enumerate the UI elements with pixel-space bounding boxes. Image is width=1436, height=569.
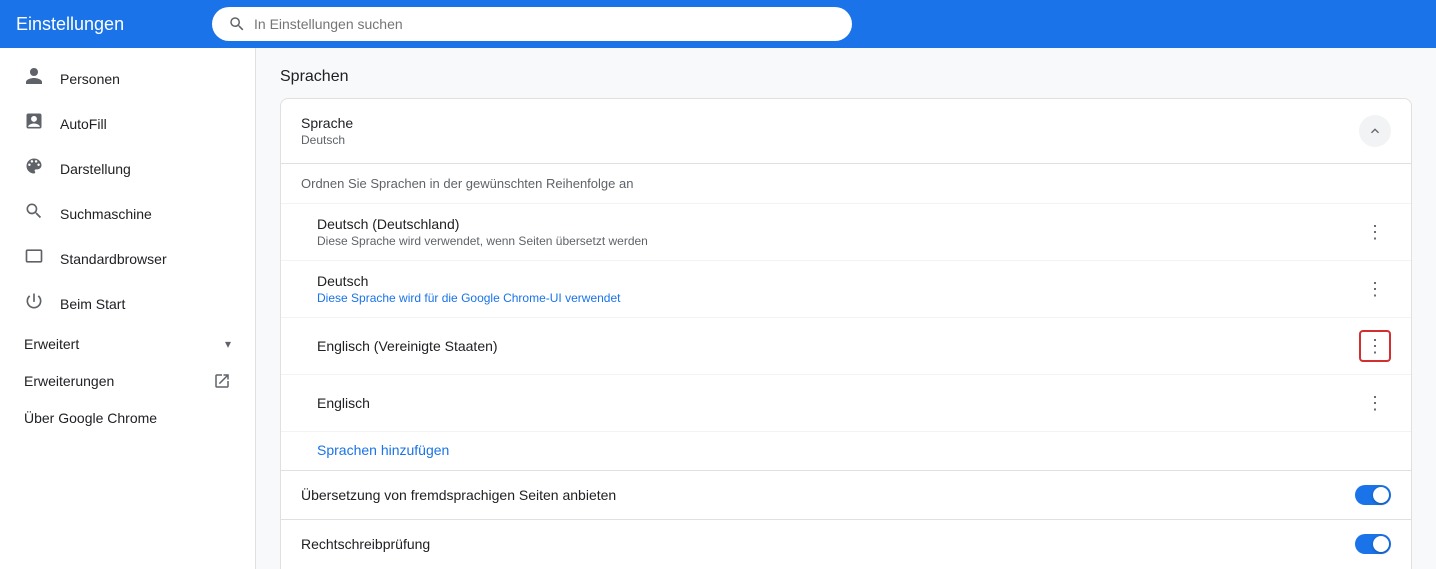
sidebar-item-erweitert[interactable]: Erweitert ▾ <box>0 326 255 362</box>
sidebar-ueber-label: Über Google Chrome <box>24 410 157 426</box>
chevron-up-icon <box>1367 123 1383 139</box>
sidebar-item-autofill-label: AutoFill <box>60 116 107 132</box>
search-icon <box>228 15 246 33</box>
more-menu-button-1[interactable]: ⋮ <box>1359 273 1391 305</box>
more-menu-button-0[interactable]: ⋮ <box>1359 216 1391 248</box>
sprache-label: Sprache <box>301 115 353 131</box>
sidebar-erweitert-label: Erweitert <box>24 336 79 352</box>
sidebar-item-erweiterungen[interactable]: Erweiterungen <box>0 362 255 400</box>
sidebar-erweiterungen-label: Erweiterungen <box>24 373 114 389</box>
sidebar: Personen AutoFill Darstellung Suchmaschi… <box>0 48 256 569</box>
autofill-icon <box>24 111 44 136</box>
toggle-uebersetzung[interactable] <box>1355 485 1391 505</box>
more-menu-button-2[interactable]: ⋮ <box>1359 330 1391 362</box>
standardbrowser-icon <box>24 246 44 271</box>
lang-name-2: Englisch (Vereinigte Staaten) <box>317 338 498 354</box>
search-bar <box>212 7 852 41</box>
toggle-label-0: Übersetzung von fremdsprachigen Seiten a… <box>301 487 616 503</box>
header: Einstellungen <box>0 0 1436 48</box>
toggle-row-0: Übersetzung von fremdsprachigen Seiten a… <box>281 471 1411 519</box>
lang-name-3: Englisch <box>317 395 370 411</box>
darstellung-icon <box>24 156 44 181</box>
sidebar-item-suchmaschine-label: Suchmaschine <box>60 206 152 222</box>
toggle-label-1: Rechtschreibprüfung <box>301 536 430 552</box>
section-title: Sprachen <box>280 68 1412 86</box>
sidebar-item-standardbrowser[interactable]: Standardbrowser <box>0 236 255 281</box>
sidebar-item-suchmaschine[interactable]: Suchmaschine <box>0 191 255 236</box>
lang-item-0: Deutsch (Deutschland) Diese Sprache wird… <box>281 203 1411 260</box>
sidebar-item-standardbrowser-label: Standardbrowser <box>60 251 167 267</box>
main-content: Sprachen Sprache Deutsch Ordnen Sie Spra… <box>256 48 1436 569</box>
more-menu-button-3[interactable]: ⋮ <box>1359 387 1391 419</box>
sidebar-item-beim-start[interactable]: Beim Start <box>0 281 255 326</box>
lang-name-1: Deutsch <box>317 273 620 289</box>
sprachen-card: Sprache Deutsch Ordnen Sie Sprachen in d… <box>280 98 1412 569</box>
lang-item-3: Englisch ⋮ <box>281 374 1411 431</box>
search-input[interactable] <box>254 16 836 32</box>
beim-start-icon <box>24 291 44 316</box>
suchmaschine-icon <box>24 201 44 226</box>
toggle-row-1: Rechtschreibprüfung <box>281 520 1411 568</box>
sidebar-item-darstellung[interactable]: Darstellung <box>0 146 255 191</box>
collapse-button[interactable] <box>1359 115 1391 147</box>
lang-name-0: Deutsch (Deutschland) <box>317 216 648 232</box>
sidebar-item-autofill[interactable]: AutoFill <box>0 101 255 146</box>
toggle-rechtschreibpruefung[interactable] <box>1355 534 1391 554</box>
person-icon <box>24 66 44 91</box>
layout: Personen AutoFill Darstellung Suchmaschi… <box>0 48 1436 569</box>
sidebar-item-beim-start-label: Beim Start <box>60 296 125 312</box>
lang-desc-0: Diese Sprache wird verwendet, wenn Seite… <box>317 234 648 248</box>
sidebar-item-ueber[interactable]: Über Google Chrome <box>0 400 255 436</box>
external-link-icon <box>213 372 231 390</box>
header-title: Einstellungen <box>16 14 196 35</box>
lang-list-header: Ordnen Sie Sprachen in der gewünschten R… <box>281 164 1411 203</box>
sprache-sublabel: Deutsch <box>301 133 353 147</box>
lang-item-2: Englisch (Vereinigte Staaten) ⋮ <box>281 317 1411 374</box>
sidebar-item-personen-label: Personen <box>60 71 120 87</box>
erweitert-arrow-icon: ▾ <box>225 337 231 351</box>
sprache-header-text: Sprache Deutsch <box>301 115 353 147</box>
sprache-card-header: Sprache Deutsch <box>281 99 1411 164</box>
add-language-button[interactable]: Sprachen hinzufügen <box>281 432 469 470</box>
sidebar-item-darstellung-label: Darstellung <box>60 161 131 177</box>
lang-item-1: Deutsch Diese Sprache wird für die Googl… <box>281 260 1411 317</box>
lang-desc-1: Diese Sprache wird für die Google Chrome… <box>317 291 620 305</box>
sidebar-item-personen[interactable]: Personen <box>0 56 255 101</box>
